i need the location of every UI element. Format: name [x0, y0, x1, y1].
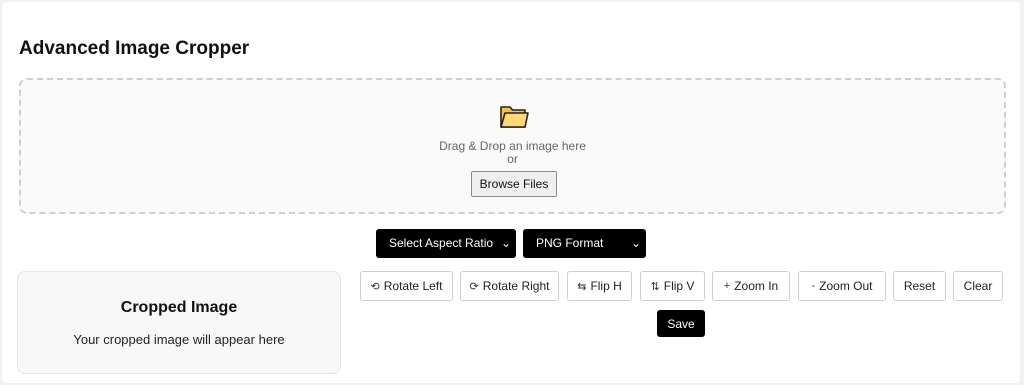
zoom-out-button[interactable]: - Zoom Out [798, 271, 886, 301]
flip-vertical-icon: ⇅ [650, 280, 660, 293]
clear-button[interactable]: Clear [953, 271, 1003, 301]
zoom-in-label: Zoom In [734, 279, 779, 293]
chevron-down-icon: ⌄ [630, 236, 641, 250]
drop-instructions: Drag & Drop an image here [439, 139, 586, 153]
flip-vertical-button[interactable]: ⇅ Flip V [640, 271, 705, 301]
page-title: Advanced Image Cropper [19, 38, 250, 59]
rotate-right-button[interactable]: ⟳ Rotate Right [460, 271, 559, 301]
folder-icon [500, 106, 529, 128]
flip-horizontal-icon: ⇆ [577, 280, 587, 293]
drop-zone[interactable]: Drag & Drop an image here or Browse File… [19, 78, 1006, 214]
cropped-image-panel: Cropped Image Your cropped image will ap… [17, 271, 341, 374]
drop-or-text: or [507, 152, 518, 166]
rotate-right-icon: ⟳ [469, 280, 479, 293]
flip-horizontal-button[interactable]: ⇆ Flip H [567, 271, 632, 301]
zoom-out-label: Zoom Out [819, 279, 873, 293]
format-value: PNG Format [536, 236, 604, 250]
flip-vertical-label: Flip V [663, 279, 695, 293]
rotate-left-icon: ⟲ [370, 280, 380, 293]
rotate-left-button[interactable]: ⟲ Rotate Left [360, 271, 453, 301]
aspect-ratio-select[interactable]: Select Aspect Ratio ⌄ [376, 229, 516, 258]
browse-files-button[interactable]: Browse Files [471, 171, 557, 197]
reset-button[interactable]: Reset [893, 271, 946, 301]
reset-label: Reset [903, 279, 936, 293]
rotate-left-label: Rotate Left [383, 279, 443, 293]
aspect-ratio-value: Select Aspect Ratio [389, 236, 494, 250]
format-select[interactable]: PNG Format ⌄ [523, 229, 646, 258]
cropped-image-placeholder: Your cropped image will appear here [73, 332, 285, 347]
save-button[interactable]: Save [657, 310, 705, 337]
plus-icon: + [723, 280, 731, 292]
cropped-image-title: Cropped Image [120, 299, 238, 316]
chevron-down-icon: ⌄ [500, 236, 511, 250]
flip-horizontal-label: Flip H [590, 279, 622, 293]
minus-icon: - [811, 280, 816, 292]
rotate-right-label: Rotate Right [482, 279, 550, 293]
clear-label: Clear [963, 279, 993, 293]
zoom-in-button[interactable]: + Zoom In [712, 271, 790, 301]
